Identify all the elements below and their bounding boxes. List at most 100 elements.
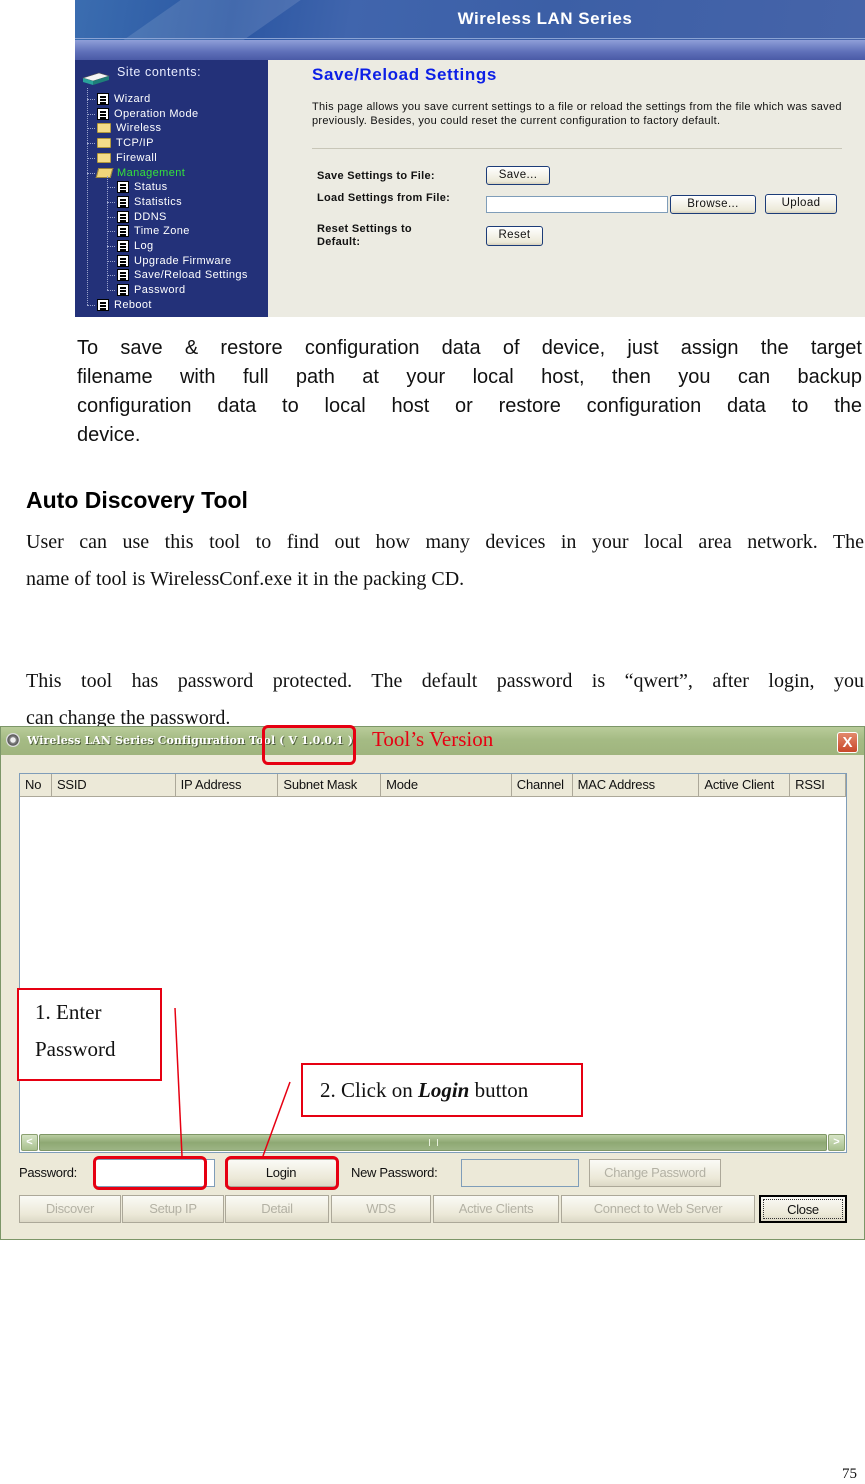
wds-button[interactable]: WDS bbox=[331, 1195, 431, 1223]
banner-rule bbox=[75, 38, 865, 39]
column-header[interactable]: RSSI bbox=[790, 774, 846, 796]
column-header[interactable]: IP Address bbox=[176, 774, 279, 796]
setup-ip-button[interactable]: Setup IP bbox=[122, 1195, 224, 1223]
active-clients-button[interactable]: Active Clients bbox=[433, 1195, 559, 1223]
paragraph-line: User can use this tool to find out how m… bbox=[26, 531, 864, 553]
column-header[interactable]: Active Client bbox=[699, 774, 791, 796]
browse-button[interactable]: Browse... bbox=[670, 195, 756, 214]
tree-connector bbox=[107, 290, 115, 292]
tool-description-paragraph: User can use this tool to find out how m… bbox=[26, 524, 864, 598]
step2-suffix: button bbox=[469, 1078, 529, 1102]
sidebar-item[interactable]: Management bbox=[95, 166, 186, 180]
sidebar-item[interactable]: Time Zone bbox=[117, 224, 190, 238]
paragraph-line: This tool has password protected. The de… bbox=[26, 670, 864, 692]
sidebar-item-label: Wizard bbox=[114, 93, 151, 105]
sidebar-item-label: Save/Reload Settings bbox=[134, 269, 248, 282]
sidebar-item-label: Upgrade Firmware bbox=[134, 254, 232, 267]
detail-button[interactable]: Detail bbox=[225, 1195, 329, 1223]
page-icon bbox=[117, 254, 129, 267]
tree-connector bbox=[87, 172, 95, 174]
sidebar-item[interactable]: Save/Reload Settings bbox=[117, 268, 248, 282]
connect-to-web-server-button[interactable]: Connect to Web Server bbox=[561, 1195, 755, 1223]
sidebar-item-label: Time Zone bbox=[134, 225, 190, 238]
sidebar-item[interactable]: Wizard bbox=[97, 92, 151, 106]
sidebar-item[interactable]: DDNS bbox=[117, 210, 167, 224]
intro-line: device. bbox=[77, 424, 141, 446]
step1-line: 1. Enter bbox=[35, 1000, 102, 1024]
page-icon bbox=[117, 240, 129, 253]
column-header[interactable]: SSID bbox=[52, 774, 176, 796]
page-icon bbox=[97, 107, 109, 120]
version-highlight bbox=[262, 725, 356, 765]
file-path-input[interactable] bbox=[486, 196, 668, 213]
change-password-button[interactable]: Change Password bbox=[589, 1159, 721, 1187]
login-highlight bbox=[225, 1156, 339, 1190]
reset-settings-label: Reset Settings to Default: bbox=[317, 223, 412, 248]
column-header[interactable]: Mode bbox=[381, 774, 512, 796]
sidebar-item[interactable]: Password bbox=[117, 283, 186, 297]
sidebar-item[interactable]: Statistics bbox=[117, 195, 182, 209]
tree-connector bbox=[107, 175, 108, 291]
version-annotation: Tool’s Version bbox=[372, 727, 494, 751]
tree-connector bbox=[87, 143, 95, 145]
save-button[interactable]: Save... bbox=[486, 166, 550, 185]
page-description: This page allows you save current settin… bbox=[312, 101, 842, 127]
tree-connector bbox=[107, 246, 115, 247]
column-header[interactable]: Channel bbox=[512, 774, 573, 796]
button-label: Setup IP bbox=[149, 1201, 197, 1216]
sidebar-item-label: TCP/IP bbox=[116, 137, 154, 150]
reset-button[interactable]: Reset bbox=[486, 226, 543, 246]
new-password-input[interactable] bbox=[461, 1159, 579, 1187]
horizontal-scrollbar[interactable]: < > bbox=[21, 1134, 845, 1151]
scroll-right-icon[interactable]: > bbox=[828, 1134, 845, 1151]
sidebar-item[interactable]: TCP/IP bbox=[97, 136, 154, 150]
tree-connector bbox=[107, 201, 115, 203]
sidebar-item-label: Operation Mode bbox=[114, 107, 199, 120]
button-label: Discover bbox=[45, 1201, 95, 1216]
password-label: Password: bbox=[19, 1165, 77, 1180]
close-icon[interactable]: X bbox=[837, 732, 858, 753]
page-icon bbox=[117, 269, 129, 282]
intro-line: To save & restore configuration data of … bbox=[77, 337, 862, 359]
close-button[interactable]: Close bbox=[759, 1195, 847, 1223]
page-icon bbox=[97, 298, 109, 311]
sidebar-item[interactable]: Firewall bbox=[97, 151, 157, 165]
tree-connector bbox=[87, 113, 95, 115]
sidebar-item[interactable]: Reboot bbox=[97, 298, 152, 312]
site-disk-icon bbox=[81, 72, 111, 85]
scroll-thumb[interactable] bbox=[39, 1134, 827, 1151]
sidebar-item-label: Password bbox=[134, 284, 186, 297]
button-label: WDS bbox=[366, 1201, 396, 1216]
step1-callout: 1. Enter Password bbox=[17, 988, 162, 1081]
sidebar-item-label: Management bbox=[117, 166, 186, 179]
page-number: 75 bbox=[842, 1466, 857, 1482]
sidebar-item-label: Wireless bbox=[116, 122, 162, 135]
sidebar-item[interactable]: Status bbox=[117, 180, 168, 194]
sidebar-item-label: Firewall bbox=[116, 151, 158, 164]
step1-line: Password bbox=[35, 1037, 116, 1061]
column-header[interactable]: Subnet Mask bbox=[278, 774, 382, 796]
sidebar-item[interactable]: Upgrade Firmware bbox=[117, 254, 231, 268]
sidebar-item[interactable]: Operation Mode bbox=[97, 107, 198, 121]
scroll-left-icon[interactable]: < bbox=[21, 1134, 38, 1151]
step2-callout: 2. Click on Login button bbox=[301, 1063, 583, 1117]
intro-line: filename with full path at your local ho… bbox=[77, 366, 862, 388]
new-password-label: New Password: bbox=[351, 1165, 438, 1180]
gear-icon bbox=[6, 733, 20, 747]
grip-icon bbox=[429, 1139, 438, 1146]
discover-button[interactable]: Discover bbox=[19, 1195, 121, 1223]
load-settings-label: Load Settings from File: bbox=[317, 192, 451, 204]
tree-connector bbox=[107, 187, 115, 189]
sidebar-item[interactable]: Log bbox=[117, 239, 154, 253]
tree-connector bbox=[107, 260, 115, 262]
step2-text: 2. Click on Login button bbox=[320, 1072, 528, 1109]
folder-icon bbox=[97, 138, 111, 149]
intro-line: configuration data to local host or rest… bbox=[77, 395, 862, 417]
paragraph-line: name of tool is WirelessConf.exe it in t… bbox=[26, 568, 465, 590]
page-icon bbox=[117, 195, 129, 208]
upload-button[interactable]: Upload bbox=[765, 194, 837, 214]
column-header[interactable]: No bbox=[20, 774, 52, 796]
button-label: Active Clients bbox=[458, 1201, 534, 1216]
column-header[interactable]: MAC Address bbox=[573, 774, 700, 796]
sidebar-item[interactable]: Wireless bbox=[97, 121, 161, 135]
